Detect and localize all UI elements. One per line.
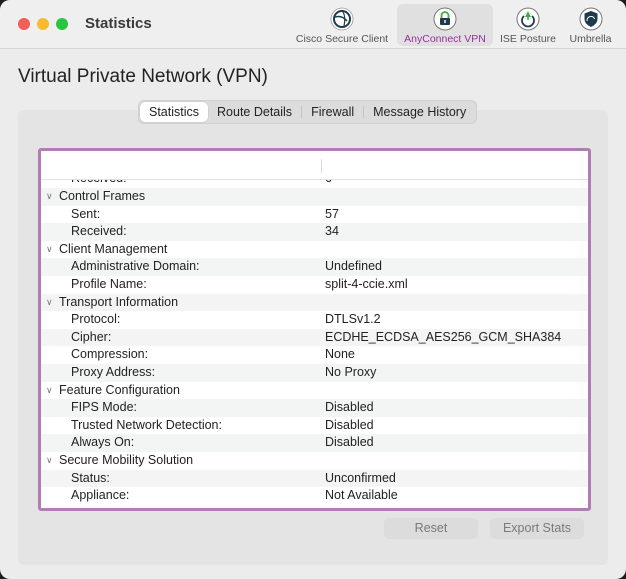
export-stats-button[interactable]: Export Stats — [490, 518, 584, 539]
tab-route-details[interactable]: Route Details — [208, 102, 301, 122]
table-row: Trusted Network Detection: Disabled — [71, 417, 374, 432]
table-row: Proxy Address: No Proxy — [41, 363, 588, 382]
table-row: FIPS Mode: Disabled — [41, 399, 588, 417]
tab-statistics[interactable]: Statistics — [140, 102, 209, 122]
table-header — [41, 151, 588, 180]
cisco-secure-client-icon — [330, 7, 354, 31]
maximize-window-button[interactable] — [56, 18, 68, 30]
group-control-frames[interactable]: ∨ Control Frames — [41, 188, 588, 206]
row-value: 6 — [325, 180, 332, 185]
window-title: Statistics — [85, 15, 152, 32]
table-row: Administrative Domain: Undefined — [41, 258, 588, 276]
table-row: Appliance: Not Available — [71, 488, 398, 503]
page-title: Virtual Private Network (VPN) — [18, 66, 268, 87]
table-row: Sent: 57 — [71, 206, 339, 221]
toolbar-ise-posture[interactable]: ISE Posture — [497, 4, 559, 46]
lock-icon — [433, 7, 457, 31]
app-window: Statistics Cisco Secure Client AnyConnec… — [0, 0, 626, 579]
ise-posture-icon — [516, 7, 540, 31]
tab-message-history[interactable]: Message History — [364, 102, 475, 122]
table-row: Protocol: DTLSv1.2 — [71, 312, 381, 327]
title-bar: Statistics Cisco Secure Client AnyConnec… — [0, 0, 626, 49]
chevron-down-icon[interactable]: ∨ — [46, 294, 53, 312]
tab-firewall[interactable]: Firewall — [302, 102, 363, 122]
statistics-table[interactable]: Received: 6 ∨Control Frames Sent:57 Rece… — [38, 148, 591, 511]
minimize-window-button[interactable] — [37, 18, 49, 30]
table-row: Received: 6 — [41, 180, 588, 188]
umbrella-shield-icon — [579, 7, 602, 31]
table-row: Profile Name: split-4-ccie.xml — [71, 276, 408, 291]
group-transport-information[interactable]: ∨ Transport Information — [41, 293, 588, 312]
toolbar-label: Cisco Secure Client — [295, 33, 389, 45]
group-secure-mobility-solution[interactable]: ∨ Secure Mobility Solution — [41, 452, 588, 470]
table-row: Compression: None — [71, 347, 355, 362]
chevron-down-icon[interactable]: ∨ — [46, 452, 53, 470]
toolbar-label: AnyConnect VPN — [404, 33, 486, 45]
group-feature-configuration[interactable]: ∨ Feature Configuration — [41, 382, 588, 400]
chevron-down-icon[interactable]: ∨ — [46, 382, 53, 400]
toolbar-label: ISE Posture — [499, 33, 557, 45]
table-row: Cipher: ECDHE_ECDSA_AES256_GCM_SHA384 — [41, 328, 588, 347]
toolbar-anyconnect-vpn[interactable]: AnyConnect VPN — [397, 4, 493, 46]
table-row: Received: 34 — [41, 223, 588, 241]
reset-button[interactable]: Reset — [384, 518, 478, 539]
table-row: Always On: Disabled — [41, 434, 588, 452]
toolbar-cisco-secure-client[interactable]: Cisco Secure Client — [292, 4, 392, 46]
row-key: Received: — [71, 180, 127, 185]
chevron-down-icon[interactable]: ∨ — [46, 188, 53, 206]
column-divider[interactable] — [321, 159, 322, 173]
close-window-button[interactable] — [18, 18, 30, 30]
table-row: Status: Unconfirmed — [41, 469, 588, 488]
toolbar-label: Umbrella — [569, 33, 612, 45]
toolbar-umbrella[interactable]: Umbrella — [563, 4, 618, 46]
group-client-management[interactable]: ∨ Client Management — [41, 241, 588, 259]
chevron-down-icon[interactable]: ∨ — [46, 241, 53, 259]
tab-bar: Statistics Route Details Firewall Messag… — [138, 100, 478, 124]
